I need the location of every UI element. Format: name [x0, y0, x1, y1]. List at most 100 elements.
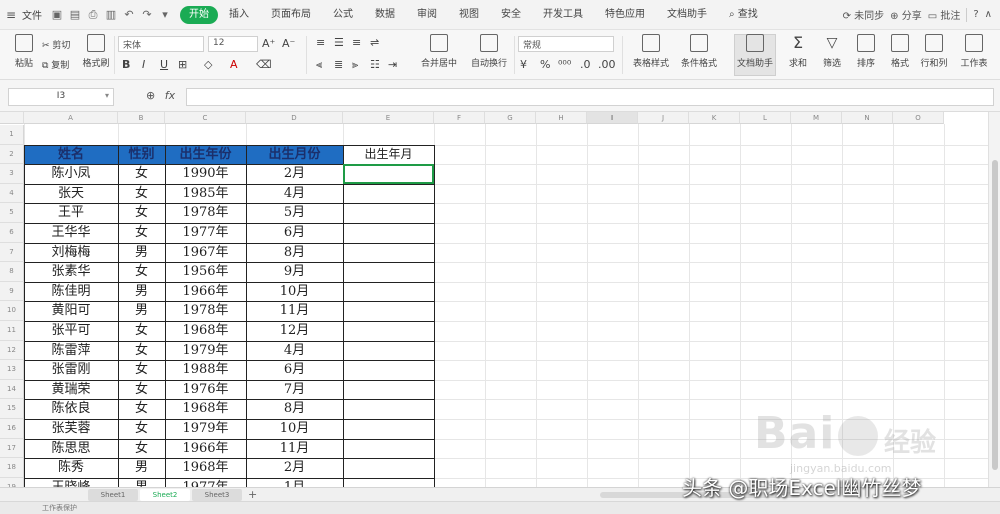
font-size-select[interactable]: 12	[208, 36, 258, 52]
row-header-8[interactable]: 8	[0, 262, 24, 282]
tab-4[interactable]: 数据	[364, 6, 406, 24]
number-format-select[interactable]: 常规	[518, 36, 614, 52]
save-icon[interactable]: ▣	[50, 8, 64, 22]
table-cell[interactable]: 1967年	[165, 243, 246, 263]
table-cell[interactable]: 1月	[246, 478, 343, 487]
table-header-cell[interactable]: 出生月份	[246, 144, 343, 165]
tab-8[interactable]: 开发工具	[532, 6, 594, 24]
column-header-g[interactable]: G	[485, 112, 536, 124]
table-cell[interactable]: 张素华	[24, 262, 118, 282]
tab-5[interactable]: 审阅	[406, 6, 448, 24]
column-header-f[interactable]: F	[434, 112, 485, 124]
vertical-scrollbar[interactable]	[988, 112, 1000, 487]
table-header-cell[interactable]: 出生年份	[165, 144, 246, 165]
format-painter-button[interactable]: 格式刷	[76, 34, 116, 69]
increase-font-icon[interactable]: A⁺	[262, 37, 275, 50]
table-cell[interactable]: 陈雷萍	[24, 341, 118, 361]
align-center-icon[interactable]: ≣	[334, 58, 343, 71]
row-header-1[interactable]: 1	[0, 125, 24, 145]
row-col-button[interactable]: 行和列	[914, 34, 954, 69]
row-header-5[interactable]: 5	[0, 203, 24, 223]
table-cell[interactable]: 女	[118, 203, 165, 223]
row-header-19[interactable]: 19	[0, 477, 24, 487]
column-header-k[interactable]: K	[689, 112, 740, 124]
wrap-text-button[interactable]: 自动换行	[464, 34, 514, 69]
selected-cell[interactable]	[343, 164, 434, 184]
table-cell[interactable]: 男	[118, 301, 165, 321]
bold-icon[interactable]: B	[122, 58, 130, 71]
more-icon[interactable]: ▾	[158, 8, 172, 22]
table-cell[interactable]: 11月	[246, 301, 343, 321]
table-cell[interactable]: 8月	[246, 399, 343, 419]
add-sheet-icon[interactable]: +	[248, 488, 257, 502]
row-header-15[interactable]: 15	[0, 399, 24, 419]
font-color-icon[interactable]: A	[230, 58, 238, 71]
column-header-e[interactable]: E	[343, 112, 434, 124]
table-cell[interactable]: 黄瑞荣	[24, 380, 118, 400]
tab-0[interactable]: 开始	[180, 5, 218, 24]
column-header-a[interactable]: A	[24, 112, 118, 124]
column-header-l[interactable]: L	[740, 112, 791, 124]
column-header-d[interactable]: D	[246, 112, 343, 124]
tab-6[interactable]: 视图	[448, 6, 490, 24]
print-preview-icon[interactable]: ▥	[104, 8, 118, 22]
column-header-i[interactable]: I	[587, 112, 638, 124]
table-cell[interactable]: 王平	[24, 203, 118, 223]
fx-icon[interactable]: fx	[165, 89, 175, 102]
print-icon[interactable]: ⎙	[86, 8, 100, 22]
table-cell[interactable]: 1977年	[165, 223, 246, 243]
table-cell[interactable]: 1978年	[165, 301, 246, 321]
table-cell[interactable]: 1968年	[165, 458, 246, 478]
share-button[interactable]: ⊕ 分享	[890, 7, 922, 22]
row-header-9[interactable]: 9	[0, 281, 24, 302]
table-cell[interactable]: 2月	[246, 164, 343, 184]
distribute-icon[interactable]: ☷	[370, 58, 380, 71]
row-header-3[interactable]: 3	[0, 164, 24, 184]
table-cell[interactable]: 1977年	[165, 478, 246, 487]
undo-icon[interactable]: ↶	[122, 8, 136, 22]
indent-icon[interactable]: ⇥	[388, 58, 397, 71]
table-cell[interactable]: 12月	[246, 321, 343, 341]
help-icon[interactable]: ?	[973, 9, 978, 20]
tab-1[interactable]: 插入	[218, 6, 260, 24]
zoom-icon[interactable]: ⊕	[146, 89, 155, 102]
table-cell[interactable]: 11月	[246, 439, 343, 459]
table-cell[interactable]: 10月	[246, 419, 343, 439]
table-cell[interactable]: 2月	[246, 458, 343, 478]
row-header-13[interactable]: 13	[0, 360, 24, 380]
table-header-cell[interactable]: 出生年月	[343, 145, 434, 165]
tab-10[interactable]: 文档助手	[656, 6, 718, 24]
percent-icon[interactable]: %	[540, 58, 550, 71]
annotate-button[interactable]: ▭ 批注	[928, 7, 961, 22]
table-cell[interactable]: 1988年	[165, 360, 246, 380]
table-cell[interactable]: 1979年	[165, 419, 246, 439]
merge-center-button[interactable]: 合并居中	[414, 34, 464, 69]
table-cell[interactable]: 男	[118, 243, 165, 263]
table-cell[interactable]: 女	[118, 184, 165, 204]
sheet-tab-1[interactable]: Sheet1	[88, 489, 138, 501]
align-left-icon[interactable]: ⫷	[316, 58, 322, 72]
row-header-2[interactable]: 2	[0, 144, 24, 165]
table-cell[interactable]: 5月	[246, 203, 343, 223]
sync-status[interactable]: ⟳ 未同步	[843, 7, 885, 22]
thousands-icon[interactable]: ⁰⁰⁰	[558, 58, 571, 71]
column-header-c[interactable]: C	[165, 112, 246, 124]
table-cell[interactable]: 10月	[246, 282, 343, 302]
cut-button[interactable]: ✂ 剪切	[42, 38, 70, 51]
table-cell[interactable]: 张雷刚	[24, 360, 118, 380]
table-cell[interactable]: 1968年	[165, 399, 246, 419]
decimal-decrease-icon[interactable]: .00	[598, 58, 616, 71]
table-header-cell[interactable]: 姓名	[24, 144, 118, 165]
column-header-b[interactable]: B	[118, 112, 165, 124]
copy-button[interactable]: ⧉ 复制	[42, 58, 69, 71]
search-tab[interactable]: ⌕ 查找	[718, 6, 769, 24]
row-header-17[interactable]: 17	[0, 438, 24, 459]
table-cell[interactable]: 1956年	[165, 262, 246, 282]
table-cell[interactable]: 张天	[24, 184, 118, 204]
underline-icon[interactable]: U	[160, 58, 168, 71]
decrease-font-icon[interactable]: A⁻	[282, 37, 295, 50]
sheet-tab-3[interactable]: Sheet3	[192, 489, 242, 501]
align-bottom-icon[interactable]: ≡	[352, 36, 361, 49]
align-top-icon[interactable]: ≡	[316, 36, 325, 49]
table-cell[interactable]: 女	[118, 321, 165, 341]
